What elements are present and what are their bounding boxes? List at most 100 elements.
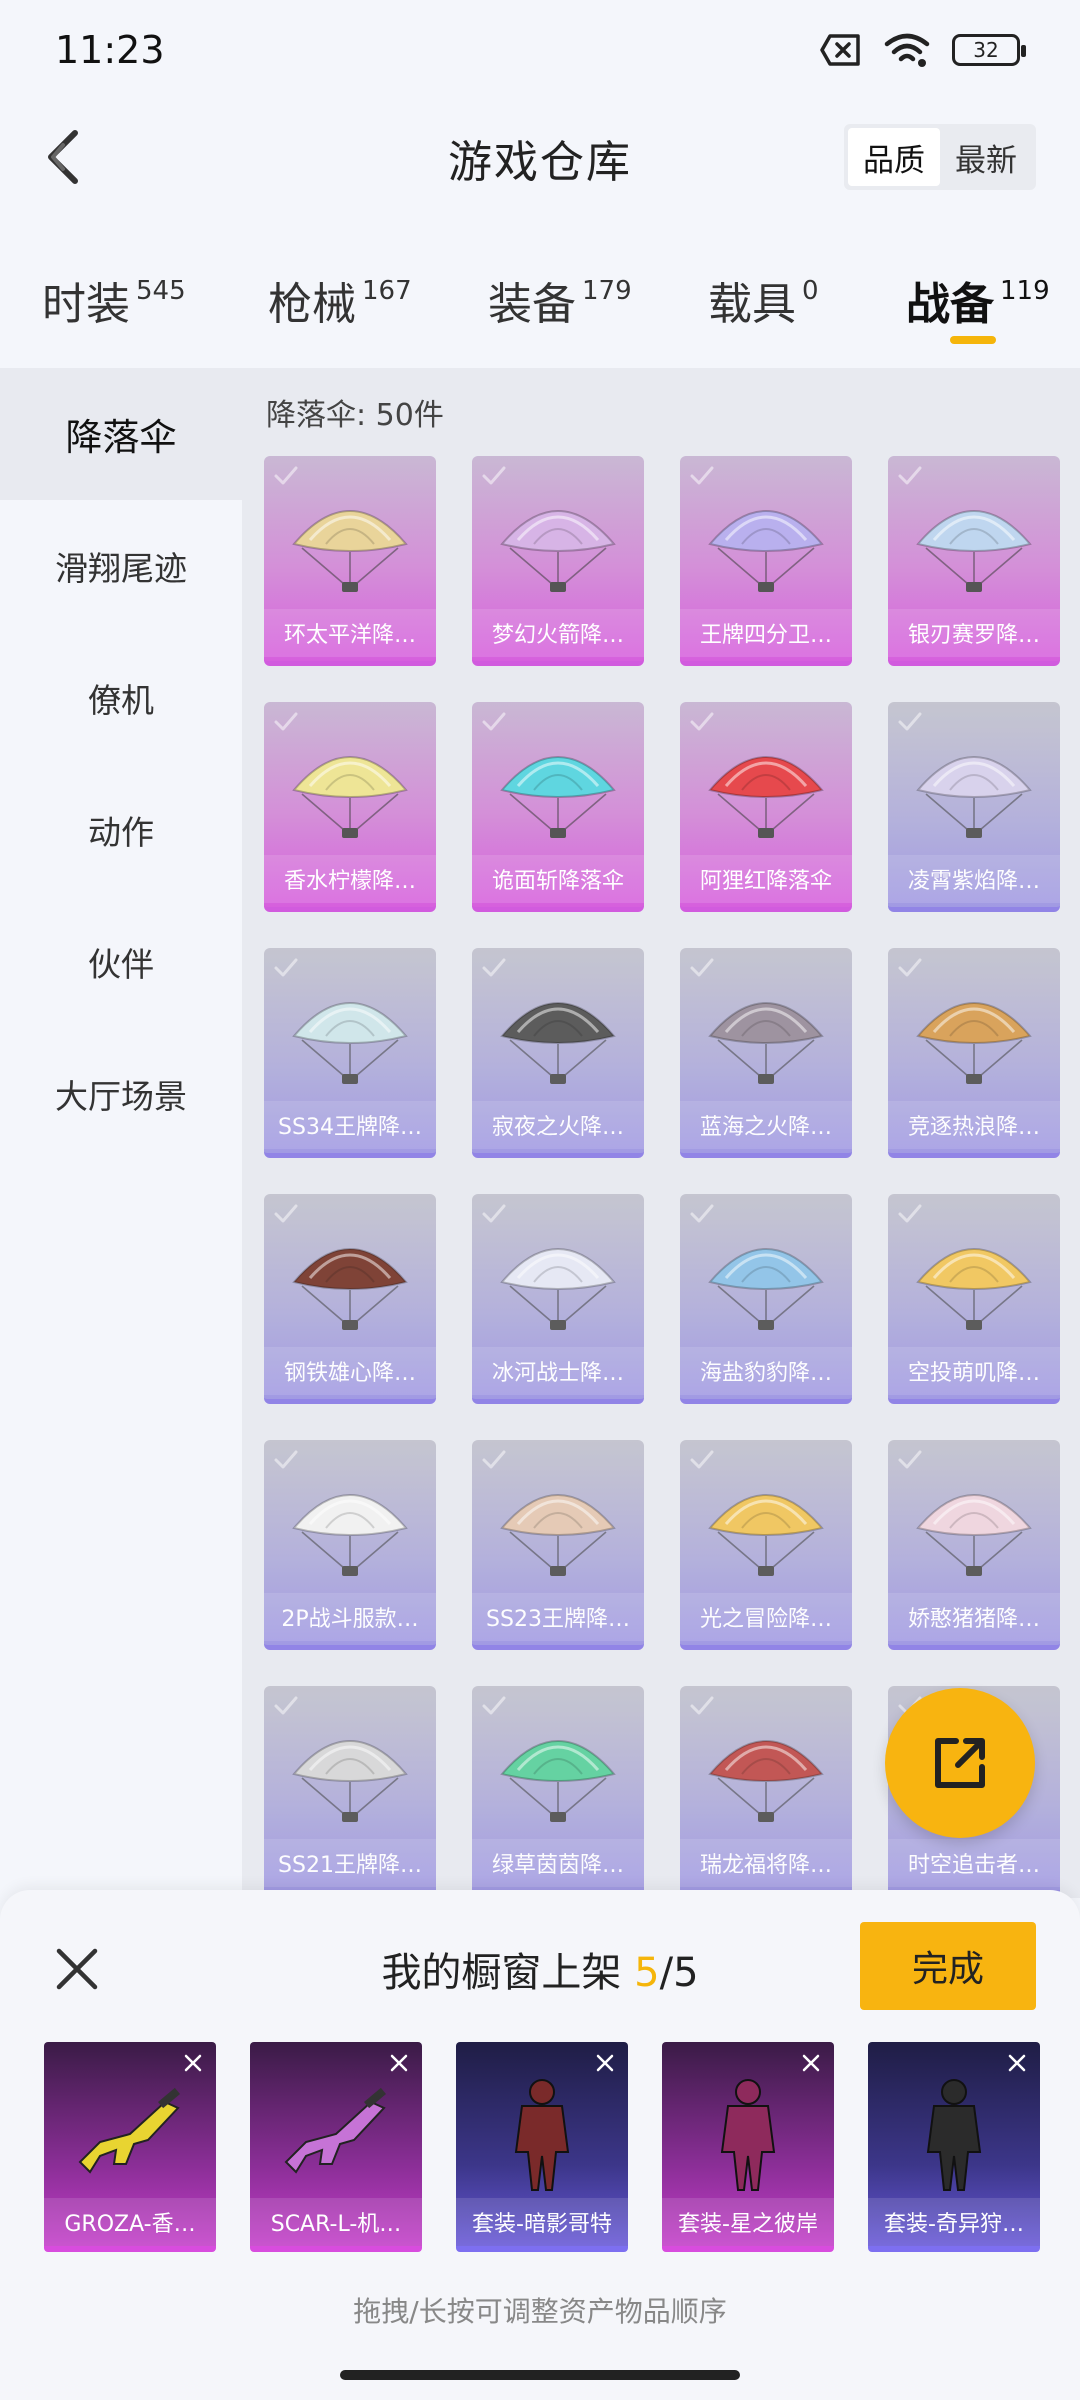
parachute-card[interactable]: 娇憨猪猪降… [888,1440,1060,1650]
tab-label: 载具 [708,279,796,330]
sort-option-latest[interactable]: 最新 [940,128,1032,186]
status-bar: 11:23 32 [0,0,1080,100]
parachute-card[interactable]: 光之冒险降… [680,1440,852,1650]
close-icon [184,2054,202,2072]
parachute-card[interactable]: 香水柠檬降… [264,702,436,912]
parachute-name: 海盐豹豹降… [680,1347,852,1395]
parachute-name: 诡面斩降落伞 [472,855,644,903]
back-button[interactable] [28,122,98,192]
tab-equipment[interactable]: 装备 179 [488,240,632,360]
parachute-name: 时空追击者… [888,1839,1060,1887]
parachute-name: 香水柠檬降… [264,855,436,903]
section-title: 降落伞: 50件 [266,398,444,433]
parachute-card[interactable]: 诡面斩降落伞 [472,702,644,912]
parachute-icon [500,1740,616,1822]
parachute-name: 光之冒险降… [680,1593,852,1641]
item-grid: 环太平洋降… 梦幻火箭降… 王牌四分卫… 银刃赛罗降… 香水柠檬降… 诡面斩降落伞 阿狸红降… [264,456,1064,1896]
parachute-name: 蓝海之火降… [680,1101,852,1149]
parachute-card[interactable]: 蓝海之火降… [680,948,852,1158]
status-time: 11:23 [55,28,165,72]
showcase-item[interactable]: GROZA-香… [44,2042,216,2252]
showcase-count-total: /5 [659,1950,699,1996]
parachute-name: SS21王牌降… [264,1839,436,1887]
showcase-item-name: 套装-星之彼岸 [662,2198,834,2246]
rifle-icon [284,2087,386,2174]
sidebar-item-wingman[interactable]: 僚机 [0,632,242,764]
parachute-name: 梦幻火箭降… [472,609,644,657]
close-icon [596,2054,614,2072]
outfit-icon [720,2079,776,2191]
tab-battle-gear[interactable]: 战备 119 [906,240,1050,360]
external-link-icon [935,1738,985,1788]
header: 游戏仓库 品质 最新 [0,100,1080,215]
parachute-card[interactable]: SS23王牌降… [472,1440,644,1650]
parachute-card[interactable]: 阿狸红降落伞 [680,702,852,912]
showcase-item-name: SCAR-L-机… [250,2198,422,2246]
tab-count: 545 [136,276,186,306]
rifle-icon [78,2087,180,2174]
tab-label: 装备 [488,279,576,330]
parachute-icon [500,1494,616,1576]
close-icon [802,2054,820,2072]
status-icons: 32 [820,32,1026,68]
home-indicator[interactable] [340,2370,740,2380]
parachute-name: 王牌四分卫… [680,609,852,657]
tab-label: 战备 [906,279,994,330]
parachute-card[interactable]: 竞逐热浪降… [888,948,1060,1158]
sidebar-item-parachute[interactable]: 降落伞 [0,368,242,500]
parachute-card[interactable]: 海盐豹豹降… [680,1194,852,1404]
showcase-title-text: 我的橱窗上架 [381,1950,622,1996]
parachute-icon [292,1248,408,1330]
parachute-card[interactable]: SS21王牌降… [264,1686,436,1896]
parachute-name: 空投萌叽降… [888,1347,1060,1395]
parachute-name: 娇憨猪猪降… [888,1593,1060,1641]
parachute-card[interactable]: 环太平洋降… [264,456,436,666]
parachute-card[interactable]: 空投萌叽降… [888,1194,1060,1404]
parachute-card[interactable]: 2P战斗服款… [264,1440,436,1650]
parachute-card[interactable]: 王牌四分卫… [680,456,852,666]
parachute-card[interactable]: 钢铁雄心降… [264,1194,436,1404]
showcase-item[interactable]: 套装-星之彼岸 [662,2042,834,2252]
parachute-icon [916,756,1032,838]
parachute-name: 环太平洋降… [264,609,436,657]
chevron-left-icon [48,130,78,184]
share-button[interactable] [885,1688,1035,1838]
sidebar-item-companion[interactable]: 伙伴 [0,896,242,1028]
parachute-name: 冰河战士降… [472,1347,644,1395]
parachute-card[interactable]: SS34王牌降… [264,948,436,1158]
tab-fashion[interactable]: 时装 545 [42,240,186,360]
sidebar-item-emote[interactable]: 动作 [0,764,242,896]
parachute-icon [708,756,824,838]
page-title: 游戏仓库 [448,136,632,188]
parachute-name: 竞逐热浪降… [888,1101,1060,1149]
showcase-item[interactable]: SCAR-L-机… [250,2042,422,2252]
parachute-card[interactable]: 瑞龙福将降… [680,1686,852,1896]
sidebar-item-lobby-scene[interactable]: 大厅场景 [0,1028,242,1160]
tab-vehicles[interactable]: 载具 0 [708,240,819,360]
showcase-item[interactable]: 套装-奇异狩… [868,2042,1040,2252]
parachute-name: 绿草茵茵降… [472,1839,644,1887]
parachute-card[interactable]: 绿草茵茵降… [472,1686,644,1896]
tab-firearms[interactable]: 枪械 167 [268,240,412,360]
battery-icon: 32 [952,34,1026,66]
sort-option-quality[interactable]: 品质 [848,128,940,186]
done-button[interactable]: 完成 [860,1922,1036,2010]
showcase-sheet: 我的橱窗上架 5/5 完成 GROZA-香… SCAR-L-机… 套装-暗影哥特 套装… [0,1890,1080,2400]
parachute-card[interactable]: 寂夜之火降… [472,948,644,1158]
parachute-card[interactable]: 冰河战士降… [472,1194,644,1404]
parachute-name: 瑞龙福将降… [680,1839,852,1887]
showcase-item[interactable]: 套装-暗影哥特 [456,2042,628,2252]
sidebar-item-glide-trail[interactable]: 滑翔尾迹 [0,500,242,632]
parachute-card[interactable]: 银刃赛罗降… [888,456,1060,666]
parachute-name: 钢铁雄心降… [264,1347,436,1395]
sim-card-icon [820,34,860,66]
parachute-name: 寂夜之火降… [472,1101,644,1149]
parachute-card[interactable]: 凌霄紫焰降… [888,702,1060,912]
parachute-icon [500,1002,616,1084]
outfit-icon [926,2079,982,2191]
tab-count: 179 [582,276,632,306]
parachute-icon [708,1740,824,1822]
parachute-card[interactable]: 梦幻火箭降… [472,456,644,666]
parachute-icon [916,510,1032,592]
parachute-name: 2P战斗服款… [264,1593,436,1641]
